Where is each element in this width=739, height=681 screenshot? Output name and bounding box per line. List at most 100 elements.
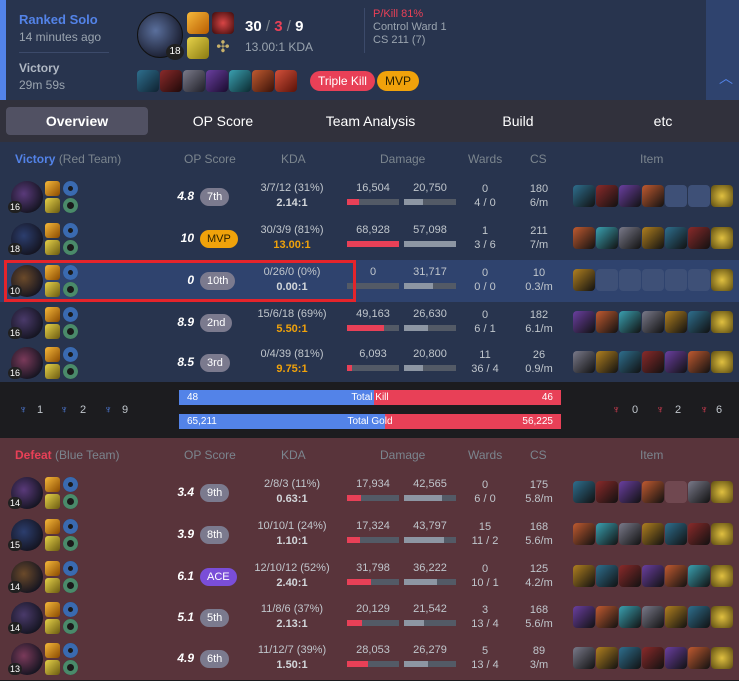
flash-spell-icon[interactable] — [45, 223, 60, 238]
summoner-spell-icon[interactable] — [45, 578, 60, 593]
keystone-rune-icon[interactable] — [63, 223, 78, 238]
item-icon[interactable] — [642, 647, 664, 669]
summoner-spell-icon[interactable] — [45, 536, 60, 551]
secondary-rune-icon[interactable] — [63, 536, 78, 551]
player-row[interactable]: 16 4.8 7th 3/7/12 (31%) 2.14:1 16,504 20,750 0 4… — [0, 176, 739, 218]
secondary-rune-icon[interactable] — [63, 240, 78, 255]
trinket-icon[interactable] — [711, 481, 733, 503]
summoner-spell-icon[interactable] — [45, 364, 60, 379]
item-icon[interactable] — [573, 481, 595, 503]
item-icon[interactable] — [229, 70, 251, 92]
item-icon[interactable] — [596, 227, 618, 249]
tab-overview[interactable]: Overview — [6, 107, 148, 135]
item-icon[interactable] — [619, 227, 641, 249]
secondary-rune-icon[interactable] — [63, 324, 78, 339]
tab-team-analysis[interactable]: Team Analysis — [298, 107, 443, 135]
trinket-icon[interactable] — [711, 269, 733, 291]
item-icon[interactable] — [160, 70, 182, 92]
keystone-rune-icon[interactable] — [63, 602, 78, 617]
flash-spell-icon[interactable] — [45, 643, 60, 658]
item-icon[interactable] — [642, 227, 664, 249]
item-icon[interactable] — [619, 606, 641, 628]
item-icon[interactable] — [619, 351, 641, 373]
item-icon[interactable] — [665, 351, 687, 373]
item-icon[interactable] — [619, 523, 641, 545]
keystone-rune-icon[interactable] — [212, 12, 234, 34]
secondary-rune-icon[interactable] — [63, 578, 78, 593]
trinket-icon[interactable] — [711, 185, 733, 207]
item-icon[interactable] — [688, 351, 710, 373]
player-row[interactable]: 14 5.1 5th 11/8/6 (37%) 2.13:1 20,129 21,542 3 1… — [0, 597, 739, 639]
item-icon[interactable] — [665, 523, 687, 545]
flash-spell-icon[interactable] — [45, 602, 60, 617]
player-row[interactable]: 18 10 MVP 30/3/9 (81%) 13.00:1 68,928 57,098 1 3… — [0, 218, 739, 260]
item-icon[interactable] — [688, 227, 710, 249]
item-icon[interactable] — [619, 481, 641, 503]
trinket-icon[interactable] — [711, 351, 733, 373]
player-row[interactable]: 14 6.1 ACE 12/10/12 (52%) 2.40:1 31,798 36,222… — [0, 556, 739, 598]
summoner-spell-icon[interactable] — [45, 619, 60, 634]
item-icon[interactable] — [596, 565, 618, 587]
item-icon[interactable] — [688, 606, 710, 628]
item-icon[interactable] — [642, 481, 664, 503]
summoner-spell-icon[interactable] — [45, 240, 60, 255]
keystone-rune-icon[interactable] — [63, 181, 78, 196]
flash-spell-icon[interactable] — [45, 347, 60, 362]
summoner-spell-icon[interactable] — [45, 198, 60, 213]
flash-spell-icon[interactable] — [45, 181, 60, 196]
item-icon[interactable] — [183, 70, 205, 92]
keystone-rune-icon[interactable] — [63, 477, 78, 492]
secondary-rune-icon[interactable] — [63, 198, 78, 213]
item-icon[interactable] — [596, 185, 618, 207]
item-icon[interactable] — [596, 351, 618, 373]
item-icon[interactable] — [688, 481, 710, 503]
item-icon[interactable] — [596, 647, 618, 669]
item-icon[interactable] — [665, 565, 687, 587]
secondary-rune-icon[interactable] — [63, 364, 78, 379]
summoner-spell-icon[interactable] — [45, 494, 60, 509]
item-icon[interactable] — [573, 351, 595, 373]
player-row[interactable]: 15 3.9 8th 10/10/1 (24%) 1.10:1 17,324 43,797 1… — [0, 514, 739, 556]
item-icon[interactable] — [573, 227, 595, 249]
player-row[interactable]: 13 4.9 6th 11/12/7 (39%) 1.50:1 28,053 26,279 5… — [0, 638, 739, 680]
item-icon[interactable] — [206, 70, 228, 92]
item-icon[interactable] — [573, 311, 595, 333]
trinket-icon[interactable] — [711, 227, 733, 249]
player-row[interactable]: 14 3.4 9th 2/8/3 (11%) 0.63:1 17,934 42,565 0 6 … — [0, 472, 739, 514]
item-icon[interactable] — [573, 269, 595, 291]
item-icon[interactable] — [665, 227, 687, 249]
item-icon[interactable] — [642, 606, 664, 628]
item-icon[interactable] — [688, 311, 710, 333]
keystone-rune-icon[interactable] — [63, 643, 78, 658]
keystone-rune-icon[interactable] — [63, 519, 78, 534]
item-icon[interactable] — [573, 185, 595, 207]
item-icon[interactable] — [596, 481, 618, 503]
summoner-spell-icon[interactable] — [45, 660, 60, 675]
player-row[interactable]: 16 8.9 2nd 15/6/18 (69%) 5.50:1 49,163 26,630 0… — [0, 302, 739, 344]
item-icon[interactable] — [665, 606, 687, 628]
item-icon[interactable] — [619, 565, 641, 587]
player-row[interactable]: 16 8.5 3rd 0/4/39 (81%) 9.75:1 6,093 20,800 11 3… — [0, 342, 739, 384]
item-icon[interactable] — [252, 70, 274, 92]
trinket-icon[interactable] — [711, 606, 733, 628]
trinket-icon[interactable] — [711, 311, 733, 333]
keystone-rune-icon[interactable] — [63, 347, 78, 362]
item-icon[interactable] — [619, 647, 641, 669]
tab-build[interactable]: Build — [443, 107, 593, 135]
flash-spell-icon[interactable] — [45, 307, 60, 322]
item-icon[interactable] — [619, 311, 641, 333]
trinket-icon[interactable] — [711, 523, 733, 545]
secondary-rune-icon[interactable] — [63, 660, 78, 675]
secondary-rune-icon[interactable] — [63, 494, 78, 509]
item-icon[interactable] — [642, 351, 664, 373]
item-icon[interactable] — [688, 565, 710, 587]
secondary-rune-icon[interactable] — [63, 619, 78, 634]
item-icon[interactable] — [573, 523, 595, 545]
tab-etc[interactable]: etc — [593, 107, 733, 135]
expand-button[interactable]: ︿ — [706, 0, 739, 100]
item-icon[interactable] — [573, 647, 595, 669]
item-icon[interactable] — [642, 185, 664, 207]
item-icon[interactable] — [596, 311, 618, 333]
item-icon[interactable] — [688, 523, 710, 545]
flash-spell-icon[interactable] — [45, 477, 60, 492]
